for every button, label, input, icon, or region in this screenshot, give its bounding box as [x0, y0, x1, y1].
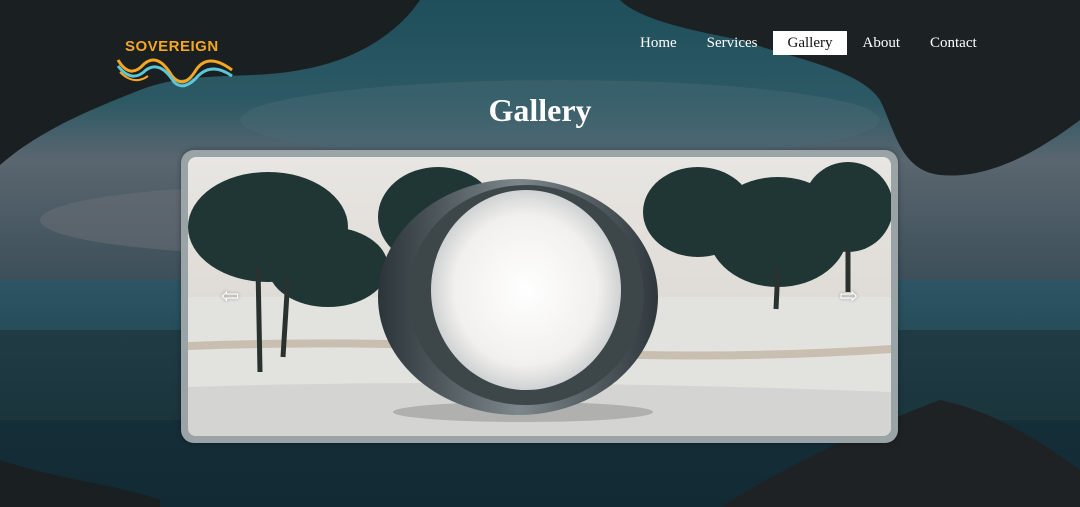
page-title: Gallery: [488, 92, 592, 128]
wave-logo-icon: [116, 58, 233, 88]
main-nav: Home Services Gallery About Contact: [625, 31, 992, 55]
nav-item-services[interactable]: Services: [692, 31, 773, 55]
gallery-slide-image: [188, 157, 891, 436]
nav-item-home[interactable]: Home: [625, 31, 692, 55]
ring-sculpture-photo: [188, 157, 891, 436]
nav-item-gallery[interactable]: Gallery: [772, 31, 848, 55]
brand-logo-text: SOVEREIGN: [125, 38, 219, 55]
arrow-left-icon[interactable]: ⇦: [221, 285, 239, 308]
nav-item-about[interactable]: About: [847, 31, 915, 55]
brand-logo[interactable]: SOVEREIGN: [114, 38, 236, 92]
nav-item-contact[interactable]: Contact: [915, 31, 992, 55]
arrow-right-icon[interactable]: ⇨: [840, 285, 858, 308]
gallery-carousel: ⇦ ⇨: [181, 150, 898, 443]
